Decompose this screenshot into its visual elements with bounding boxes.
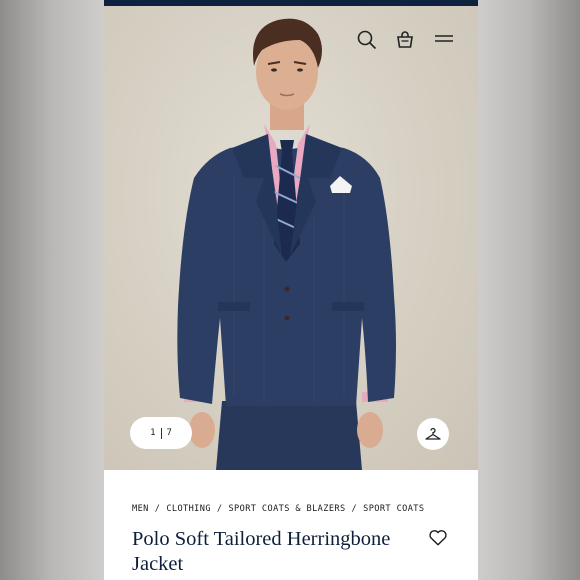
product-title: Polo Soft Tailored Herringbone Jacket [132, 528, 391, 575]
breadcrumb-separator: / [351, 504, 358, 514]
image-counter: 1 7 [130, 417, 192, 449]
wishlist-button[interactable] [427, 526, 449, 548]
image-counter-total: 7 [166, 428, 172, 438]
counter-divider [160, 427, 162, 439]
menu-icon[interactable] [432, 28, 456, 52]
hanger-icon [425, 427, 441, 440]
hanger-button[interactable] [417, 418, 449, 450]
breadcrumb-item-sport-coats-blazers[interactable]: SPORT COATS & BLAZERS [228, 504, 345, 514]
search-icon[interactable] [355, 28, 379, 52]
product-page: 1 7 MEN / CLOTHING / SPORT COATS & BLAZERS / S… [104, 0, 478, 580]
product-image[interactable]: 1 7 [104, 6, 478, 470]
breadcrumb-separator: / [154, 504, 161, 514]
breadcrumb-separator: / [216, 504, 223, 514]
heart-icon [429, 530, 447, 546]
breadcrumb-item-clothing[interactable]: CLOTHING [166, 504, 211, 514]
image-counter-current: 1 [150, 428, 156, 438]
breadcrumb-item-men[interactable]: MEN [132, 504, 149, 514]
breadcrumb: MEN / CLOTHING / SPORT COATS & BLAZERS / SPORT… [132, 504, 424, 514]
shopping-bag-icon[interactable] [393, 28, 417, 52]
model-photo [177, 18, 396, 470]
breadcrumb-item-sport-coats[interactable]: SPORT COATS [363, 504, 424, 514]
